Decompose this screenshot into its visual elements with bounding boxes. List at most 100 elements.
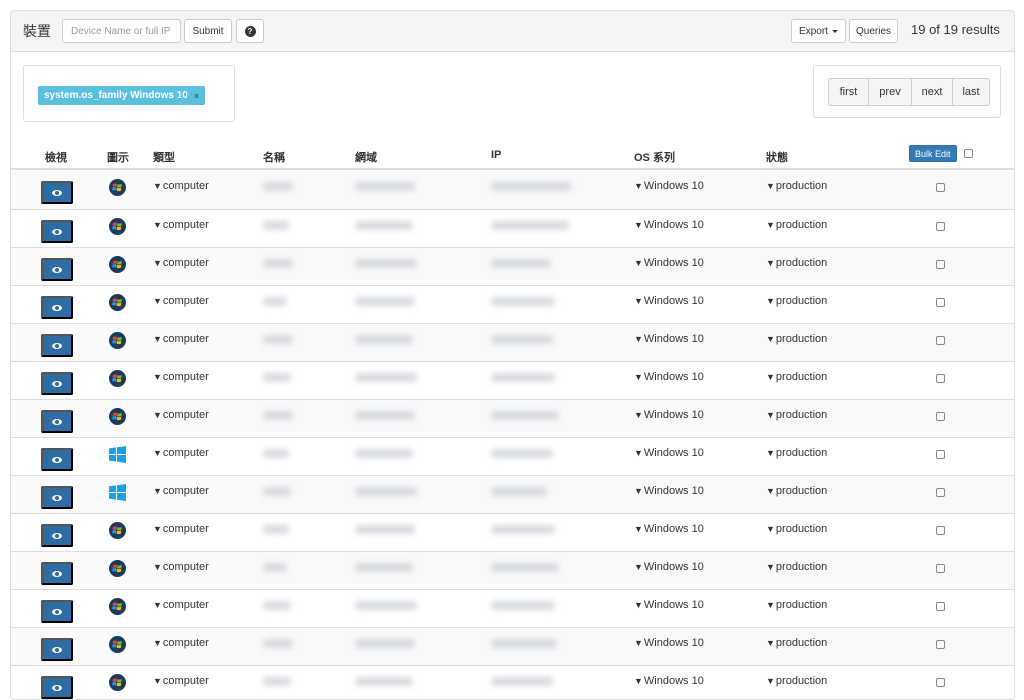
status-cell[interactable]: ▼production bbox=[766, 219, 827, 231]
view-device-button[interactable] bbox=[41, 486, 73, 509]
os-family-cell[interactable]: ▼Windows 10 bbox=[634, 333, 704, 345]
os-family-cell[interactable]: ▼Windows 10 bbox=[634, 599, 704, 611]
bulk-edit-button[interactable]: Bulk Edit bbox=[909, 145, 957, 162]
filter-icon[interactable]: ▼ bbox=[766, 600, 775, 610]
filter-icon[interactable]: ▼ bbox=[634, 600, 643, 610]
row-select-checkbox[interactable] bbox=[936, 260, 945, 269]
filter-icon[interactable]: ▼ bbox=[153, 258, 162, 268]
first-page-button[interactable]: first bbox=[828, 78, 869, 106]
row-select-checkbox[interactable] bbox=[936, 488, 945, 497]
column-header-domain[interactable]: 網域 bbox=[355, 149, 377, 165]
view-device-button[interactable] bbox=[41, 372, 73, 395]
filter-icon[interactable]: ▼ bbox=[153, 372, 162, 382]
column-header-name[interactable]: 名稱 bbox=[263, 149, 285, 165]
filter-icon[interactable]: ▼ bbox=[153, 562, 162, 572]
filter-icon[interactable]: ▼ bbox=[766, 181, 775, 191]
help-button[interactable]: ? bbox=[236, 19, 264, 43]
view-device-button[interactable] bbox=[41, 220, 73, 243]
filter-tag[interactable]: system.os_family Windows 10 × bbox=[38, 86, 206, 105]
filter-icon[interactable]: ▼ bbox=[634, 296, 643, 306]
os-family-cell[interactable]: ▼Windows 10 bbox=[634, 561, 704, 573]
status-cell[interactable]: ▼production bbox=[766, 599, 827, 611]
view-device-button[interactable] bbox=[41, 676, 73, 699]
view-device-button[interactable] bbox=[41, 448, 73, 471]
view-device-button[interactable] bbox=[41, 181, 73, 204]
filter-icon[interactable]: ▼ bbox=[153, 486, 162, 496]
row-select-checkbox[interactable] bbox=[936, 526, 945, 535]
filter-icon[interactable]: ▼ bbox=[634, 220, 643, 230]
os-family-cell[interactable]: ▼Windows 10 bbox=[634, 371, 704, 383]
os-family-cell[interactable]: ▼Windows 10 bbox=[634, 523, 704, 535]
view-device-button[interactable] bbox=[41, 410, 73, 433]
status-cell[interactable]: ▼production bbox=[766, 371, 827, 383]
device-type-cell[interactable]: ▼computer bbox=[153, 561, 209, 573]
filter-icon[interactable]: ▼ bbox=[766, 448, 775, 458]
row-select-checkbox[interactable] bbox=[936, 298, 945, 307]
device-type-cell[interactable]: ▼computer bbox=[153, 675, 209, 687]
status-cell[interactable]: ▼production bbox=[766, 333, 827, 345]
filter-icon[interactable]: ▼ bbox=[766, 220, 775, 230]
column-header-ip[interactable]: IP bbox=[491, 149, 501, 161]
device-type-cell[interactable]: ▼computer bbox=[153, 257, 209, 269]
filter-icon[interactable]: ▼ bbox=[634, 181, 643, 191]
filter-icon[interactable]: ▼ bbox=[153, 220, 162, 230]
device-type-cell[interactable]: ▼computer bbox=[153, 447, 209, 459]
filter-icon[interactable]: ▼ bbox=[153, 296, 162, 306]
view-device-button[interactable] bbox=[41, 258, 73, 281]
status-cell[interactable]: ▼production bbox=[766, 675, 827, 687]
filter-icon[interactable]: ▼ bbox=[766, 676, 775, 686]
prev-page-button[interactable]: prev bbox=[868, 78, 912, 106]
column-header-view[interactable]: 檢視 bbox=[45, 149, 67, 165]
device-type-cell[interactable]: ▼computer bbox=[153, 295, 209, 307]
search-input[interactable] bbox=[62, 19, 181, 43]
filter-icon[interactable]: ▼ bbox=[634, 638, 643, 648]
filter-icon[interactable]: ▼ bbox=[634, 372, 643, 382]
filter-icon[interactable]: ▼ bbox=[766, 334, 775, 344]
view-device-button[interactable] bbox=[41, 638, 73, 661]
os-family-cell[interactable]: ▼Windows 10 bbox=[634, 257, 704, 269]
filter-icon[interactable]: ▼ bbox=[153, 448, 162, 458]
filter-icon[interactable]: ▼ bbox=[766, 296, 775, 306]
filter-icon[interactable]: ▼ bbox=[153, 600, 162, 610]
filter-icon[interactable]: ▼ bbox=[766, 638, 775, 648]
row-select-checkbox[interactable] bbox=[936, 602, 945, 611]
filter-icon[interactable]: ▼ bbox=[634, 334, 643, 344]
os-family-cell[interactable]: ▼Windows 10 bbox=[634, 637, 704, 649]
filter-icon[interactable]: ▼ bbox=[766, 258, 775, 268]
filter-icon[interactable]: ▼ bbox=[634, 410, 643, 420]
queries-button[interactable]: Queries bbox=[849, 19, 898, 43]
column-header-os-family[interactable]: OS 系列 bbox=[634, 149, 675, 165]
filter-icon[interactable]: ▼ bbox=[153, 334, 162, 344]
filter-icon[interactable]: ▼ bbox=[634, 448, 643, 458]
os-family-cell[interactable]: ▼Windows 10 bbox=[634, 219, 704, 231]
row-select-checkbox[interactable] bbox=[936, 564, 945, 573]
row-select-checkbox[interactable] bbox=[936, 222, 945, 231]
filter-icon[interactable]: ▼ bbox=[153, 410, 162, 420]
device-type-cell[interactable]: ▼computer bbox=[153, 637, 209, 649]
column-header-icon[interactable]: 圖示 bbox=[107, 149, 129, 165]
filter-icon[interactable]: ▼ bbox=[153, 524, 162, 534]
filter-icon[interactable]: ▼ bbox=[153, 676, 162, 686]
submit-button[interactable]: Submit bbox=[184, 19, 232, 43]
status-cell[interactable]: ▼production bbox=[766, 485, 827, 497]
os-family-cell[interactable]: ▼Windows 10 bbox=[634, 409, 704, 421]
device-type-cell[interactable]: ▼computer bbox=[153, 371, 209, 383]
row-select-checkbox[interactable] bbox=[936, 412, 945, 421]
filter-icon[interactable]: ▼ bbox=[634, 258, 643, 268]
column-header-status[interactable]: 狀態 bbox=[766, 149, 788, 165]
device-type-cell[interactable]: ▼computer bbox=[153, 523, 209, 535]
status-cell[interactable]: ▼production bbox=[766, 180, 827, 192]
close-icon[interactable]: × bbox=[194, 91, 199, 101]
device-type-cell[interactable]: ▼computer bbox=[153, 599, 209, 611]
row-select-checkbox[interactable] bbox=[936, 336, 945, 345]
filter-icon[interactable]: ▼ bbox=[634, 486, 643, 496]
filter-icon[interactable]: ▼ bbox=[766, 562, 775, 572]
view-device-button[interactable] bbox=[41, 562, 73, 585]
os-family-cell[interactable]: ▼Windows 10 bbox=[634, 295, 704, 307]
filter-icon[interactable]: ▼ bbox=[766, 410, 775, 420]
view-device-button[interactable] bbox=[41, 600, 73, 623]
filter-icon[interactable]: ▼ bbox=[634, 562, 643, 572]
device-type-cell[interactable]: ▼computer bbox=[153, 219, 209, 231]
status-cell[interactable]: ▼production bbox=[766, 257, 827, 269]
status-cell[interactable]: ▼production bbox=[766, 561, 827, 573]
